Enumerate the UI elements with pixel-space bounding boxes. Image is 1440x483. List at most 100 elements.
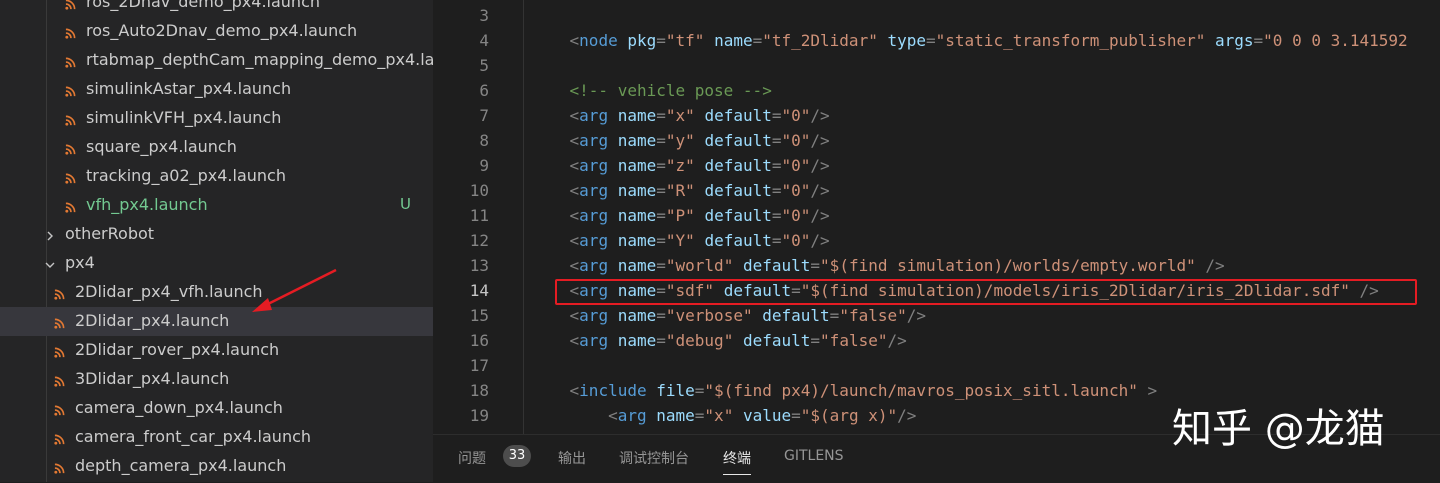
code-line[interactable]: 10 <arg name="R" default="0"/> bbox=[433, 179, 1440, 204]
chevron-right-icon bbox=[44, 227, 56, 241]
code-line[interactable]: 13 <arg name="world" default="$(find sim… bbox=[433, 254, 1440, 279]
code-token: arg bbox=[579, 106, 609, 125]
code-line[interactable]: 6 <!-- vehicle pose --> bbox=[433, 79, 1440, 104]
code-text: <!-- vehicle pose --> bbox=[531, 81, 772, 100]
code-text: <arg name="P" default="0"/> bbox=[531, 206, 830, 225]
code-token: "0" bbox=[781, 206, 811, 225]
code-token: name bbox=[617, 306, 657, 325]
rss-file-icon bbox=[65, 82, 76, 97]
file-item[interactable]: 2Dlidar_rover_px4.launch bbox=[0, 336, 433, 365]
code-token: "debug" bbox=[665, 331, 734, 350]
line-number: 18 bbox=[469, 381, 489, 400]
code-token: default bbox=[704, 156, 772, 175]
code-token: = bbox=[656, 206, 666, 225]
file-item[interactable]: simulinkVFH_px4.launch bbox=[0, 104, 433, 133]
code-line[interactable]: 5 bbox=[433, 54, 1440, 79]
code-token: < bbox=[531, 206, 580, 225]
file-name: 2Dlidar_px4.launch bbox=[75, 311, 230, 330]
panel-tab[interactable]: 终端 bbox=[723, 448, 751, 475]
code-token: default bbox=[762, 306, 830, 325]
code-token: /> bbox=[810, 206, 830, 225]
code-token: /> bbox=[810, 181, 830, 200]
code-line[interactable]: 15 <arg name="verbose" default="false"/> bbox=[433, 304, 1440, 329]
file-item[interactable]: camera_down_px4.launch bbox=[0, 394, 433, 423]
code-token: "x" bbox=[665, 106, 695, 125]
panel-tab[interactable]: GITLENS bbox=[784, 448, 844, 464]
code-token: = bbox=[926, 31, 936, 50]
code-token: "static_transform_publisher" bbox=[935, 31, 1206, 50]
code-token: arg bbox=[579, 331, 609, 350]
rss-file-icon bbox=[54, 401, 65, 416]
code-token: > bbox=[1137, 381, 1158, 400]
line-number: 11 bbox=[469, 206, 489, 225]
file-item[interactable]: ros_Auto2Dnav_demo_px4.launch bbox=[0, 17, 433, 46]
rss-file-icon bbox=[54, 459, 65, 474]
folder-name: otherRobot bbox=[65, 224, 155, 243]
file-item[interactable]: vfh_px4.launch U bbox=[0, 191, 433, 220]
file-name: square_px4.launch bbox=[86, 137, 237, 156]
code-token: args bbox=[1215, 31, 1254, 50]
code-token: "$(find simulation)/worlds/empty.world" bbox=[820, 256, 1196, 275]
watermark-text: 知乎 @龙猫 bbox=[1172, 406, 1385, 452]
code-token: "false" bbox=[839, 306, 907, 325]
file-name: simulinkAstar_px4.launch bbox=[86, 79, 292, 98]
file-item[interactable]: 3Dlidar_px4.launch bbox=[0, 365, 433, 394]
code-token: "world" bbox=[665, 256, 734, 275]
file-item[interactable]: 2Dlidar_px4_vfh.launch bbox=[0, 278, 433, 307]
line-number: 15 bbox=[469, 306, 489, 325]
code-token: file bbox=[656, 381, 695, 400]
file-item[interactable]: 2Dlidar_px4.launch bbox=[0, 307, 433, 336]
panel-tab[interactable]: 输出 bbox=[558, 448, 586, 468]
code-token: "0" bbox=[781, 231, 811, 250]
code-line[interactable]: 12 <arg name="Y" default="0"/> bbox=[433, 229, 1440, 254]
code-text: <arg name="world" default="$(find simula… bbox=[531, 256, 1225, 275]
line-number: 19 bbox=[469, 406, 489, 425]
code-line[interactable]: 8 <arg name="y" default="0"/> bbox=[433, 129, 1440, 154]
code-line[interactable]: 11 <arg name="P" default="0"/> bbox=[433, 204, 1440, 229]
file-item[interactable]: square_px4.launch bbox=[0, 133, 433, 162]
code-text: <arg name="Y" default="0"/> bbox=[531, 231, 830, 250]
code-line[interactable]: 17 bbox=[433, 354, 1440, 379]
code-token: arg bbox=[579, 206, 609, 225]
file-item[interactable]: depth_camera_px4.launch bbox=[0, 452, 433, 481]
folder-item[interactable]: otherRobot bbox=[0, 220, 433, 249]
file-explorer: ros_2Dnav_demo_px4.launch ros_Auto2Dnav_d… bbox=[0, 0, 433, 482]
line-number: 10 bbox=[469, 181, 489, 200]
code-token: = bbox=[1253, 31, 1264, 50]
code-token: "0" bbox=[781, 131, 811, 150]
file-item[interactable]: ros_2Dnav_demo_px4.launch bbox=[0, 0, 433, 17]
code-line[interactable]: 7 <arg name="x" default="0"/> bbox=[433, 104, 1440, 129]
code-editor[interactable]: 34 <node pkg="tf" name="tf_2Dlidar" type… bbox=[433, 0, 1440, 434]
line-number: 6 bbox=[479, 81, 489, 100]
file-item[interactable]: simulinkAstar_px4.launch bbox=[0, 75, 433, 104]
code-token: = bbox=[656, 231, 666, 250]
file-name: vfh_px4.launch bbox=[86, 195, 208, 214]
code-line[interactable]: 16 <arg name="debug" default="false"/> bbox=[433, 329, 1440, 354]
code-text: <arg name="x" default="0"/> bbox=[531, 106, 830, 125]
code-token: = bbox=[656, 156, 666, 175]
code-line[interactable]: 4 <node pkg="tf" name="tf_2Dlidar" type=… bbox=[433, 29, 1440, 54]
file-item[interactable]: rtabmap_depthCam_mapping_demo_px4.la... bbox=[0, 46, 433, 75]
folder-item[interactable]: px4 bbox=[0, 249, 433, 278]
file-item[interactable]: tracking_a02_px4.launch bbox=[0, 162, 433, 191]
code-token: "false" bbox=[820, 331, 888, 350]
code-text: <arg name="z" default="0"/> bbox=[531, 156, 830, 175]
code-token: type bbox=[887, 31, 926, 50]
code-line[interactable]: 3 bbox=[433, 4, 1440, 29]
code-token: "$(find px4)/launch/mavros_posix_sitl.la… bbox=[704, 381, 1138, 400]
file-name: 2Dlidar_rover_px4.launch bbox=[75, 340, 280, 359]
panel-tab[interactable]: 调试控制台 bbox=[619, 448, 689, 468]
panel-tab[interactable]: 问题 bbox=[458, 448, 486, 468]
rss-file-icon bbox=[54, 430, 65, 445]
code-token: name bbox=[617, 231, 657, 250]
file-item[interactable]: camera_front_car_px4.launch bbox=[0, 423, 433, 452]
code-line[interactable]: 9 <arg name="z" default="0"/> bbox=[433, 154, 1440, 179]
